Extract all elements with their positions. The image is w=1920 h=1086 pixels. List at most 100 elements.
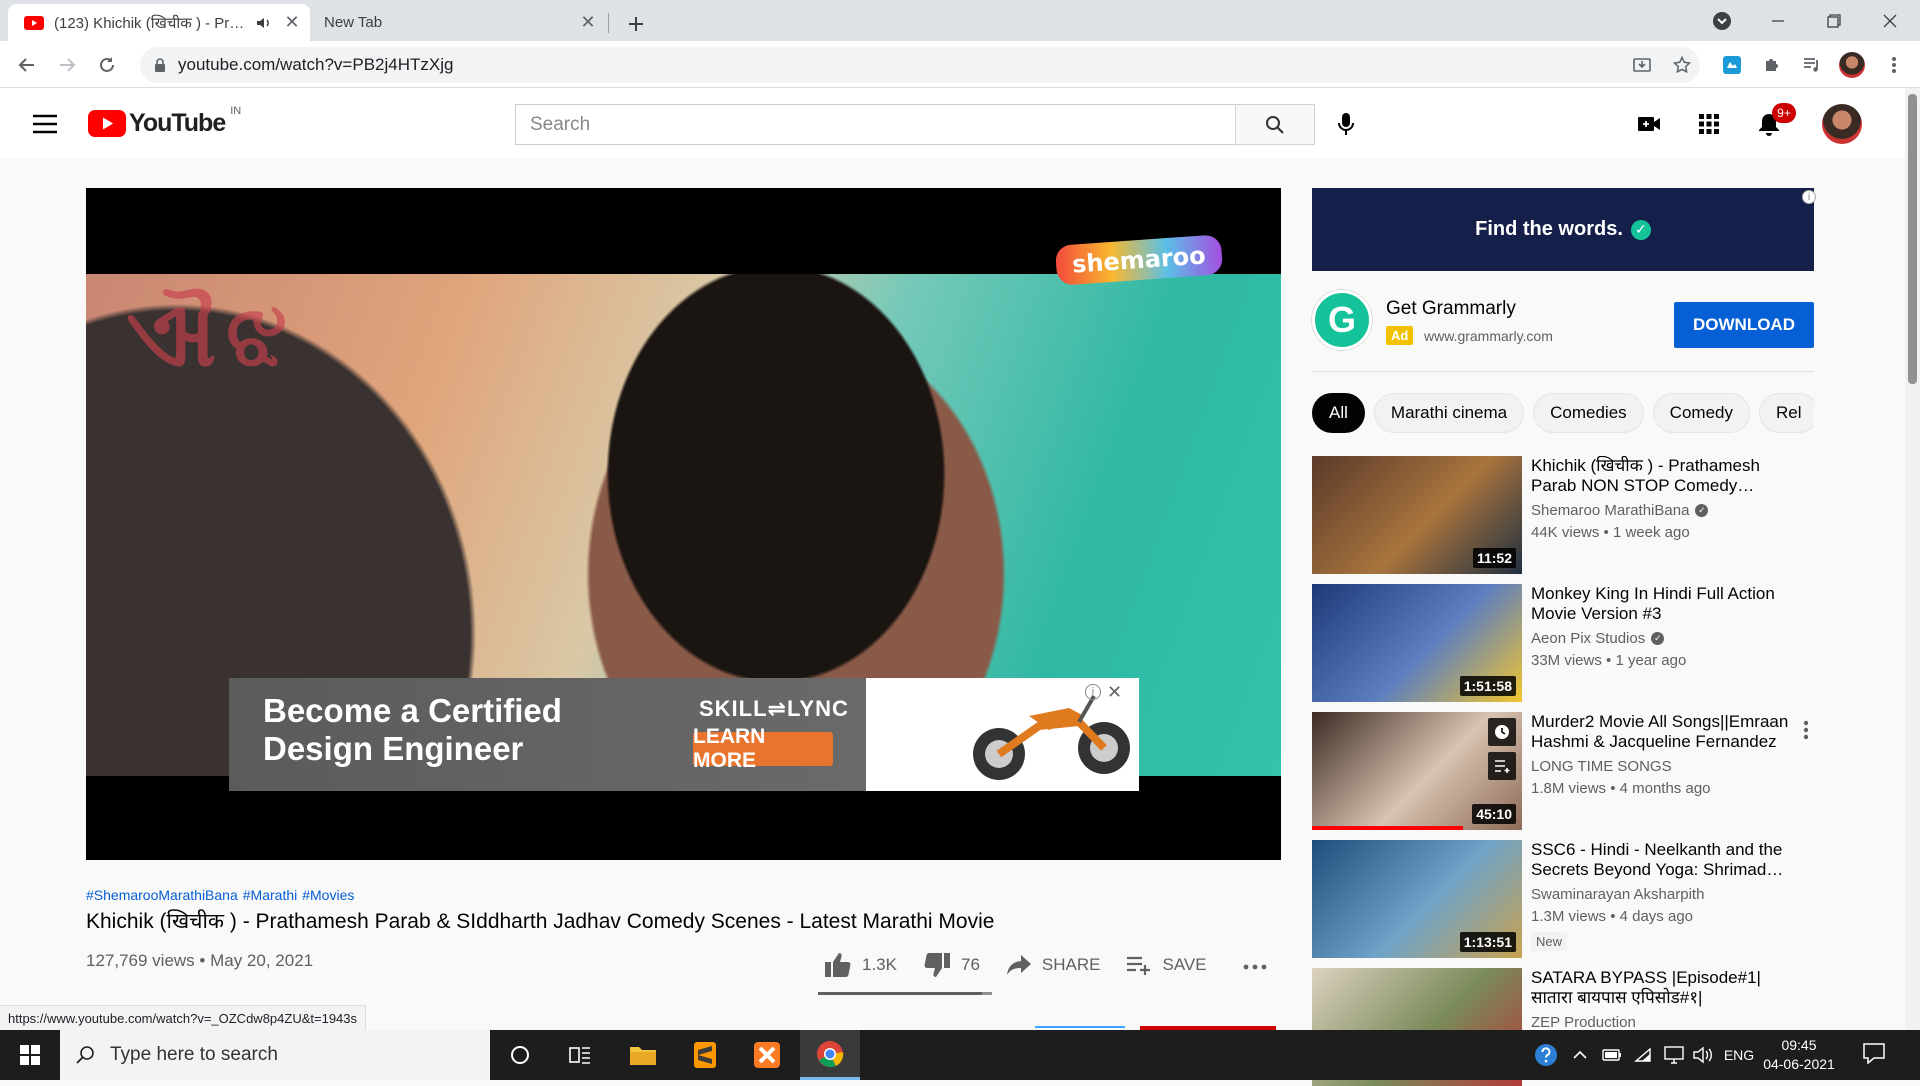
install-app-button[interactable]	[1628, 51, 1656, 79]
taskbar-search-box[interactable]: Type here to search	[60, 1030, 490, 1080]
chip-comedy[interactable]: Comedy	[1652, 393, 1750, 433]
search-button[interactable]	[1235, 104, 1315, 145]
media-control-button[interactable]	[1798, 51, 1826, 79]
chip-related[interactable]: Rel	[1758, 393, 1814, 433]
task-view-button[interactable]	[550, 1030, 610, 1080]
tab-title: (123) Khichik (खिचीक ) - Prathamesh Para…	[54, 14, 248, 32]
audio-playing-icon[interactable]	[256, 16, 272, 30]
video-thumbnail[interactable]: 1:51:58	[1312, 584, 1522, 702]
extension-button[interactable]	[1718, 51, 1746, 79]
microphone-icon	[1338, 113, 1354, 135]
create-button[interactable]	[1631, 106, 1667, 142]
start-button[interactable]	[0, 1030, 60, 1080]
chip-comedies[interactable]: Comedies	[1533, 393, 1644, 433]
minimize-button[interactable]	[1750, 0, 1806, 41]
new-tab-button[interactable]	[620, 8, 652, 40]
ad-info-icon[interactable]: i	[1085, 684, 1101, 700]
recommendation-item[interactable]: 1:51:58 Monkey King In Hindi Full Action …	[1312, 584, 1814, 702]
address-bar[interactable]: youtube.com/watch?v=PB2j4HTzXjg	[140, 47, 1700, 83]
action-menu-button[interactable]	[1796, 718, 1816, 742]
help-tray-button[interactable]	[1532, 1043, 1560, 1067]
sublime-text-button[interactable]	[675, 1030, 735, 1080]
add-to-queue-button[interactable]	[1488, 752, 1516, 780]
tab-search-button[interactable]	[1694, 0, 1750, 41]
tab-close-icon[interactable]: ✕	[280, 11, 304, 35]
xampp-button[interactable]	[737, 1030, 797, 1080]
share-arrow-icon	[1006, 955, 1031, 975]
channel-name[interactable]: Swaminarayan Aksharpith	[1531, 886, 1704, 903]
hashtag-link[interactable]: #ShemarooMarathiBana	[86, 887, 238, 903]
battery-tray-button[interactable]	[1598, 1043, 1626, 1067]
verified-check-icon: ✓	[1695, 504, 1709, 517]
forward-button[interactable]	[52, 50, 82, 80]
save-button[interactable]: SAVE	[1126, 955, 1207, 975]
recommendation-title[interactable]: SSC6 - Hindi - Neelkanth and the Secrets…	[1531, 840, 1796, 880]
chip-marathi-cinema[interactable]: Marathi cinema	[1373, 393, 1525, 433]
channel-name[interactable]: Aeon Pix Studios	[1531, 630, 1645, 647]
hashtag-link[interactable]: #Movies	[302, 887, 354, 903]
recommendation-item[interactable]: 1:13:51 SSC6 - Hindi - Neelkanth and the …	[1312, 840, 1814, 958]
volume-tray-button[interactable]	[1690, 1043, 1718, 1067]
channel-name[interactable]: LONG TIME SONGS	[1531, 758, 1672, 775]
show-hidden-icons-button[interactable]	[1568, 1043, 1592, 1067]
video-thumbnail[interactable]: 1:13:51	[1312, 840, 1522, 958]
guide-menu-button[interactable]	[28, 110, 62, 138]
share-button[interactable]: SHARE	[1006, 954, 1100, 976]
chip-all[interactable]: All	[1312, 393, 1365, 433]
restore-button[interactable]	[1806, 0, 1862, 41]
back-button[interactable]	[12, 50, 42, 80]
scrollbar-thumb[interactable]	[1908, 94, 1917, 384]
file-explorer-button[interactable]	[613, 1030, 673, 1080]
recommendation-item[interactable]: 11:52 Khichik (खिचीक ) - Prathamesh Parab…	[1312, 456, 1814, 574]
account-avatar[interactable]	[1822, 104, 1862, 144]
tab-new-tab[interactable]: New Tab ✕	[310, 4, 606, 41]
video-duration: 1:51:58	[1459, 676, 1516, 696]
network-tray-button[interactable]	[1630, 1043, 1658, 1067]
promoted-ad[interactable]: G Get Grammarly Ad www.grammarly.com DOW…	[1312, 290, 1814, 356]
system-clock[interactable]: 09:45 04-06-2021	[1758, 1036, 1840, 1074]
hashtag-link[interactable]: #Marathi	[243, 887, 297, 903]
cortana-button[interactable]	[490, 1030, 550, 1080]
input-language-button[interactable]: ENG	[1722, 1043, 1756, 1067]
recommendation-title[interactable]: Khichik (खिचीक ) - Prathamesh Parab NON …	[1531, 456, 1796, 496]
dislike-button[interactable]: 76	[923, 952, 980, 978]
location-tray-button[interactable]	[1660, 1043, 1688, 1067]
youtube-logo[interactable]: YouTube IN	[88, 105, 241, 138]
recommendation-item[interactable]: 45:10 Murder2 Movie All Songs||Emraan Has…	[1312, 712, 1814, 830]
page-scrollbar[interactable]	[1905, 88, 1920, 1030]
overlay-ad[interactable]: Become a Certified Design Engineer SKILL…	[229, 678, 1139, 791]
voice-search-button[interactable]	[1328, 106, 1364, 142]
watch-later-button[interactable]	[1488, 718, 1516, 746]
search-input[interactable]: Search	[515, 104, 1235, 145]
bookmark-button[interactable]	[1668, 51, 1696, 79]
recommendation-title[interactable]: Monkey King In Hindi Full Action Movie V…	[1531, 584, 1796, 624]
ad-close-icon[interactable]: ✕	[1107, 682, 1122, 703]
video-player[interactable]: ଐଝ shemaroo Become a Certified Design En…	[86, 188, 1281, 860]
more-actions-button[interactable]	[1240, 955, 1270, 979]
chrome-menu-button[interactable]	[1880, 51, 1908, 79]
video-thumbnail[interactable]: 45:10	[1312, 712, 1522, 830]
overlay-ad-cta-button[interactable]: LEARN MORE	[693, 725, 833, 772]
promo-title: Get Grammarly	[1386, 298, 1516, 319]
download-button[interactable]: DOWNLOAD	[1674, 302, 1814, 348]
close-icon	[1883, 14, 1897, 27]
action-center-button[interactable]	[1862, 1042, 1892, 1068]
like-button[interactable]: 1.3K	[824, 952, 897, 978]
channel-name[interactable]: ZEP Production	[1531, 1014, 1636, 1031]
tab-close-icon[interactable]: ✕	[576, 11, 600, 35]
chrome-taskbar-button[interactable]	[800, 1030, 860, 1080]
profile-button[interactable]	[1838, 51, 1866, 79]
banner-ad[interactable]: Find the words. ✓ i	[1312, 188, 1816, 271]
video-thumbnail[interactable]: 11:52	[1312, 456, 1522, 574]
extensions-menu-button[interactable]	[1758, 51, 1786, 79]
reload-button[interactable]	[92, 50, 122, 80]
apps-button[interactable]	[1691, 106, 1727, 142]
ad-info-icon[interactable]: i	[1802, 190, 1816, 204]
recommendation-title[interactable]: Murder2 Movie All Songs||Emraan Hashmi &…	[1531, 712, 1796, 752]
sentiment-bar	[818, 992, 992, 995]
tab-youtube[interactable]: (123) Khichik (खिचीक ) - Prathamesh Para…	[8, 4, 310, 41]
close-window-button[interactable]	[1862, 0, 1918, 41]
channel-name[interactable]: Shemaroo MarathiBana	[1531, 502, 1689, 519]
recommendation-title[interactable]: SATARA BYPASS |Episode#1| सातारा बायपास …	[1531, 968, 1796, 1008]
youtube-play-icon	[88, 110, 126, 137]
